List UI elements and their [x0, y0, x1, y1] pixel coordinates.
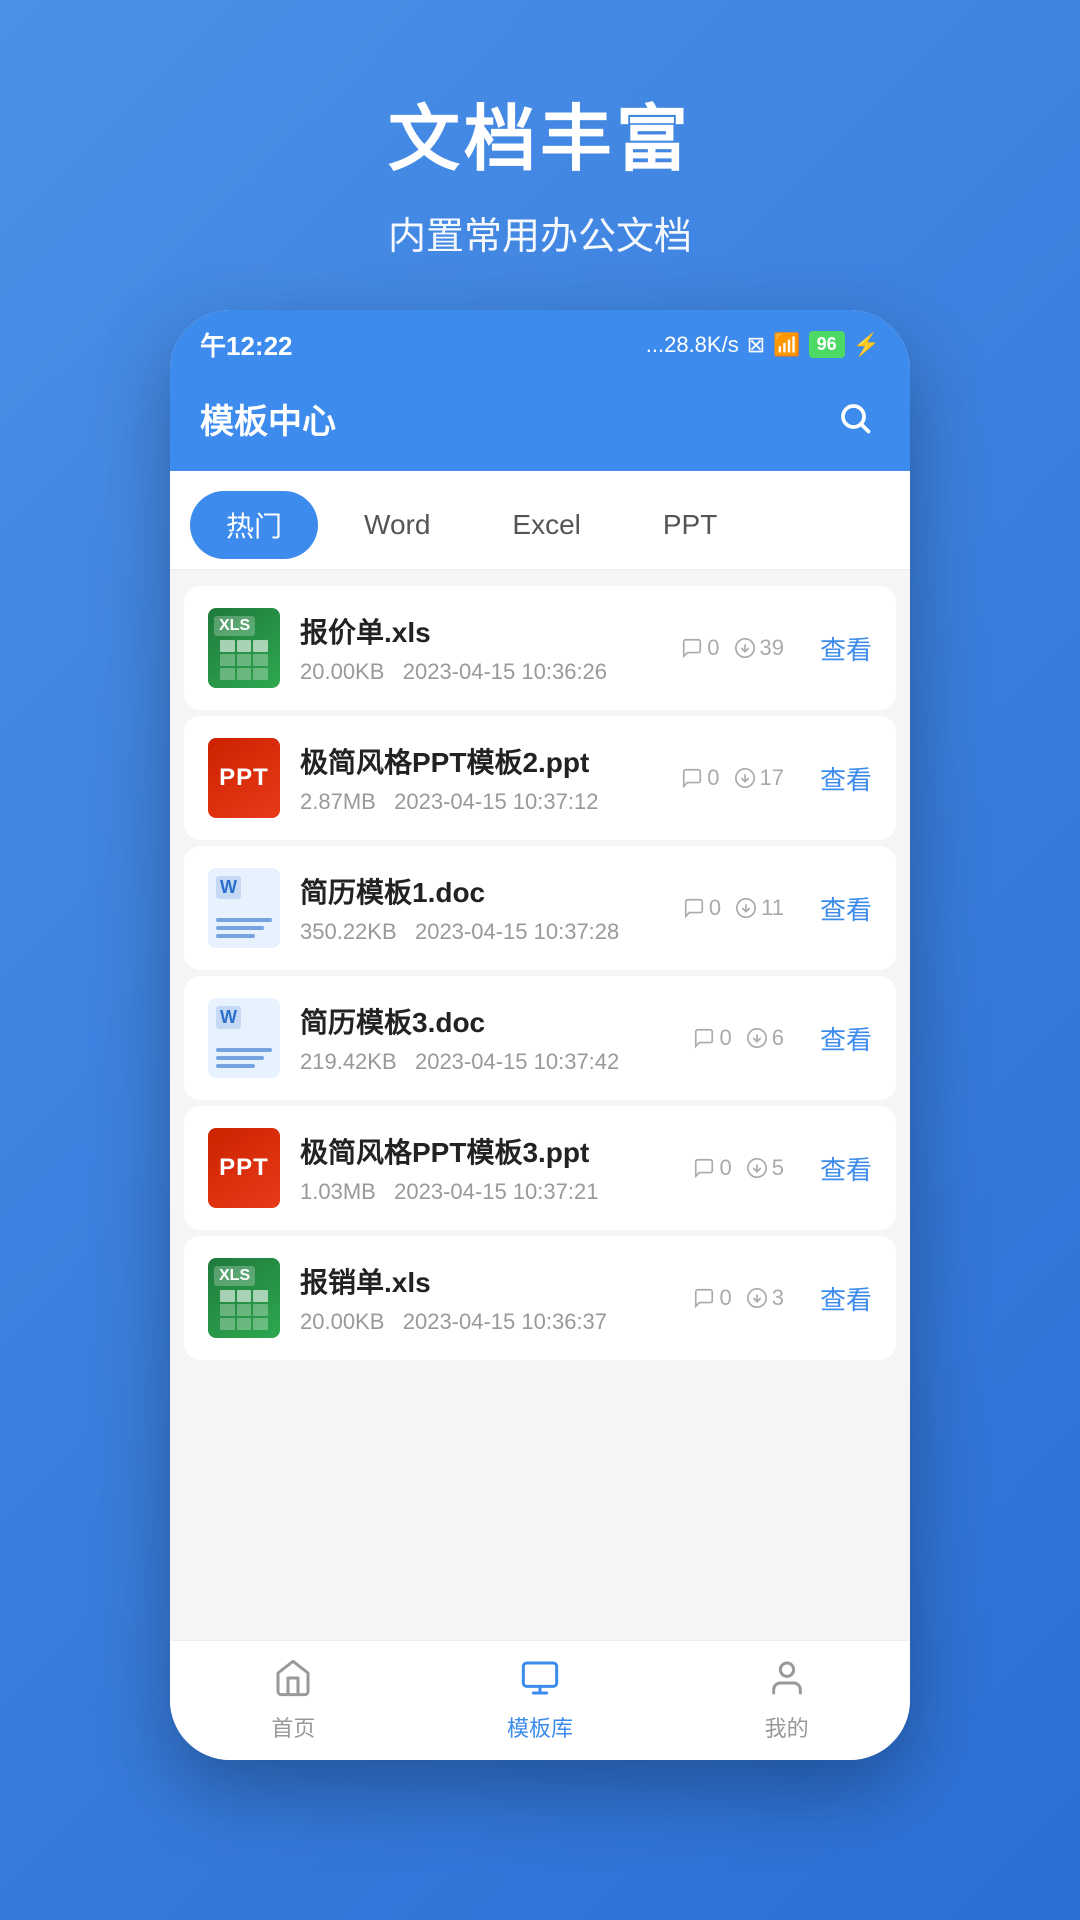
page-subtitle: 内置常用办公文档 [388, 205, 692, 260]
nav-templates-label: 模板库 [507, 1711, 573, 1743]
file-meta-3: 350.22KB 2023-04-15 10:37:28 [300, 919, 663, 945]
comment-stat-4: 0 [693, 1025, 731, 1051]
file-icon-ppt-2: PPT [208, 738, 280, 818]
file-item-2: PPT 极简风格PPT模板2.ppt 2.87MB 2023-04-15 10:… [184, 716, 896, 840]
app-header: 模板中心 [170, 373, 910, 471]
file-meta-6: 20.00KB 2023-04-15 10:36:37 [300, 1309, 673, 1335]
file-stats-3: 0 11 [683, 895, 784, 921]
file-name-6: 报销单.xls [300, 1261, 673, 1301]
file-icon-xls-6: XLS [208, 1258, 280, 1338]
user-icon [767, 1658, 807, 1705]
search-button[interactable] [830, 393, 880, 443]
file-meta-1: 20.00KB 2023-04-15 10:36:26 [300, 659, 661, 685]
file-icon-ppt-5: PPT [208, 1128, 280, 1208]
phone-frame: 午12:22 ...28.8K/s ⊠ 📶 96 ⚡ 模板中心 热门 Word … [170, 310, 910, 1760]
comment-stat-6: 0 [693, 1285, 731, 1311]
comment-stat-5: 0 [693, 1155, 731, 1181]
download-stat-3: 11 [735, 895, 784, 921]
file-name-2: 极简风格PPT模板2.ppt [300, 741, 661, 781]
templates-icon [520, 1658, 560, 1705]
nav-templates[interactable]: 模板库 [417, 1641, 664, 1760]
view-button-4[interactable]: 查看 [820, 1020, 872, 1057]
charging-icon: ⚡ [853, 332, 880, 358]
download-stat-4: 6 [746, 1025, 784, 1051]
view-button-3[interactable]: 查看 [820, 890, 872, 927]
comment-stat-1: 0 [681, 635, 719, 661]
page-title: 文档丰富 [388, 80, 692, 185]
file-meta-4: 219.42KB 2023-04-15 10:37:42 [300, 1049, 673, 1075]
file-item-1: XLS 报价单.xls 20.00KB [184, 586, 896, 710]
download-stat-6: 3 [746, 1285, 784, 1311]
file-info-1: 报价单.xls 20.00KB 2023-04-15 10:36:26 [300, 611, 661, 685]
file-name-5: 极简风格PPT模板3.ppt [300, 1131, 673, 1171]
file-icon-doc-3: W [208, 868, 280, 948]
file-stats-1: 0 39 [681, 635, 784, 661]
file-stats-5: 0 5 [693, 1155, 784, 1181]
file-info-6: 报销单.xls 20.00KB 2023-04-15 10:36:37 [300, 1261, 673, 1335]
file-info-3: 简历模板1.doc 350.22KB 2023-04-15 10:37:28 [300, 871, 663, 945]
download-stat-2: 17 [734, 765, 784, 791]
file-info-4: 简历模板3.doc 219.42KB 2023-04-15 10:37:42 [300, 1001, 673, 1075]
file-name-1: 报价单.xls [300, 611, 661, 651]
view-button-6[interactable]: 查看 [820, 1280, 872, 1317]
view-button-2[interactable]: 查看 [820, 760, 872, 797]
file-meta-2: 2.87MB 2023-04-15 10:37:12 [300, 789, 661, 815]
page-header: 文档丰富 内置常用办公文档 [388, 0, 692, 310]
file-item-3: W 简历模板1.doc 350.22KB 2023-04-15 10:37:28… [184, 846, 896, 970]
nav-mine-label: 我的 [765, 1711, 809, 1743]
file-name-3: 简历模板1.doc [300, 871, 663, 911]
nav-mine[interactable]: 我的 [663, 1641, 910, 1760]
battery-indicator: 96 [809, 331, 845, 358]
comment-stat-3: 0 [683, 895, 721, 921]
tab-excel[interactable]: Excel [476, 495, 616, 555]
status-right: ...28.8K/s ⊠ 📶 96 ⚡ [646, 331, 880, 358]
file-info-5: 极简风格PPT模板3.ppt 1.03MB 2023-04-15 10:37:2… [300, 1131, 673, 1205]
file-icon-xls-1: XLS [208, 608, 280, 688]
nav-home[interactable]: 首页 [170, 1641, 417, 1760]
file-item-4: W 简历模板3.doc 219.42KB 2023-04-15 10:37:42… [184, 976, 896, 1100]
file-stats-2: 0 17 [681, 765, 784, 791]
view-button-5[interactable]: 查看 [820, 1150, 872, 1187]
view-button-1[interactable]: 查看 [820, 630, 872, 667]
file-stats-4: 0 6 [693, 1025, 784, 1051]
app-header-title: 模板中心 [200, 394, 336, 443]
network-speed: ...28.8K/s [646, 332, 739, 358]
status-bar: 午12:22 ...28.8K/s ⊠ 📶 96 ⚡ [170, 310, 910, 373]
tab-ppt[interactable]: PPT [627, 495, 753, 555]
home-icon [273, 1658, 313, 1705]
tab-word[interactable]: Word [328, 495, 466, 555]
download-stat-1: 39 [734, 635, 784, 661]
file-item-6: XLS 报销单.xls 20.00KB [184, 1236, 896, 1360]
file-meta-5: 1.03MB 2023-04-15 10:37:21 [300, 1179, 673, 1205]
tabs-container: 热门 Word Excel PPT [170, 471, 910, 570]
tab-hot[interactable]: 热门 [190, 491, 318, 559]
file-item-5: PPT 极简风格PPT模板3.ppt 1.03MB 2023-04-15 10:… [184, 1106, 896, 1230]
file-stats-6: 0 3 [693, 1285, 784, 1311]
signal-icon: ⊠ [747, 332, 765, 358]
bottom-nav: 首页 模板库 我的 [170, 1640, 910, 1760]
file-list: XLS 报价单.xls 20.00KB [170, 570, 910, 1640]
file-name-4: 简历模板3.doc [300, 1001, 673, 1041]
file-icon-doc-4: W [208, 998, 280, 1078]
file-info-2: 极简风格PPT模板2.ppt 2.87MB 2023-04-15 10:37:1… [300, 741, 661, 815]
wifi-icon: 📶 [773, 332, 800, 358]
download-stat-5: 5 [746, 1155, 784, 1181]
nav-home-label: 首页 [271, 1711, 315, 1743]
comment-stat-2: 0 [681, 765, 719, 791]
status-time: 午12:22 [200, 326, 293, 363]
